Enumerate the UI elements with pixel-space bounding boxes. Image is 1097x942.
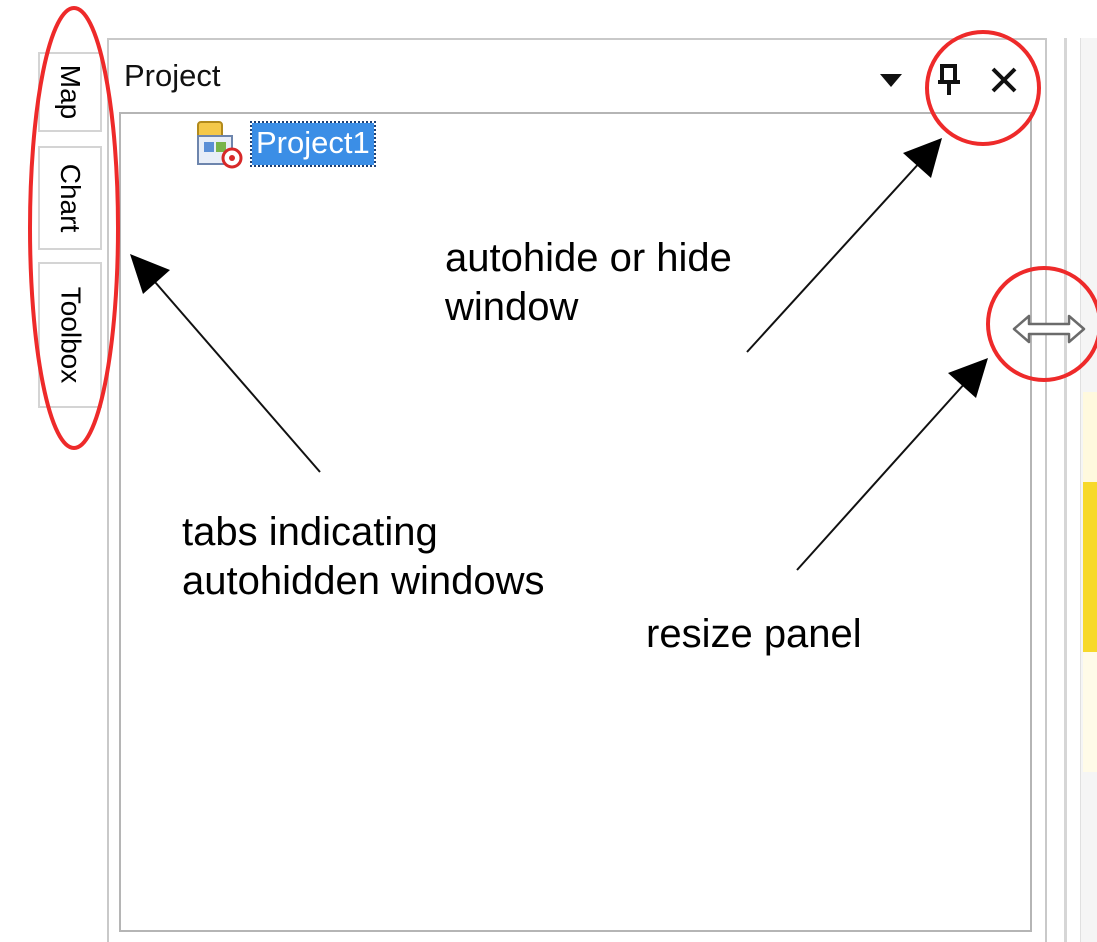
annotation-resize-line1: resize panel [646, 612, 862, 656]
arrow-resize-head [948, 358, 988, 398]
arrow-tabs-head [130, 254, 170, 294]
annotation-resize: resize panel [646, 610, 862, 659]
annotation-autohide-line1: autohide or hide [445, 236, 732, 280]
arrow-tabs-line [154, 281, 321, 473]
buttons-highlight-circle [925, 30, 1041, 146]
annotation-autohide: autohide or hide window [445, 234, 732, 332]
annotation-tabs-line2: autohidden windows [182, 559, 545, 603]
arrow-resize-line [796, 381, 967, 571]
annotation-overlay [28, 6, 1097, 571]
tabs-highlight-circle [28, 6, 120, 450]
arrow-autohide-head [903, 138, 942, 178]
annotation-autohide-line2: window [445, 285, 579, 329]
annotation-tabs-line1: tabs indicating [182, 510, 438, 554]
arrow-autohide-line [746, 159, 923, 353]
annotation-tabs: tabs indicating autohidden windows [182, 508, 544, 606]
resize-highlight-circle [986, 266, 1097, 382]
